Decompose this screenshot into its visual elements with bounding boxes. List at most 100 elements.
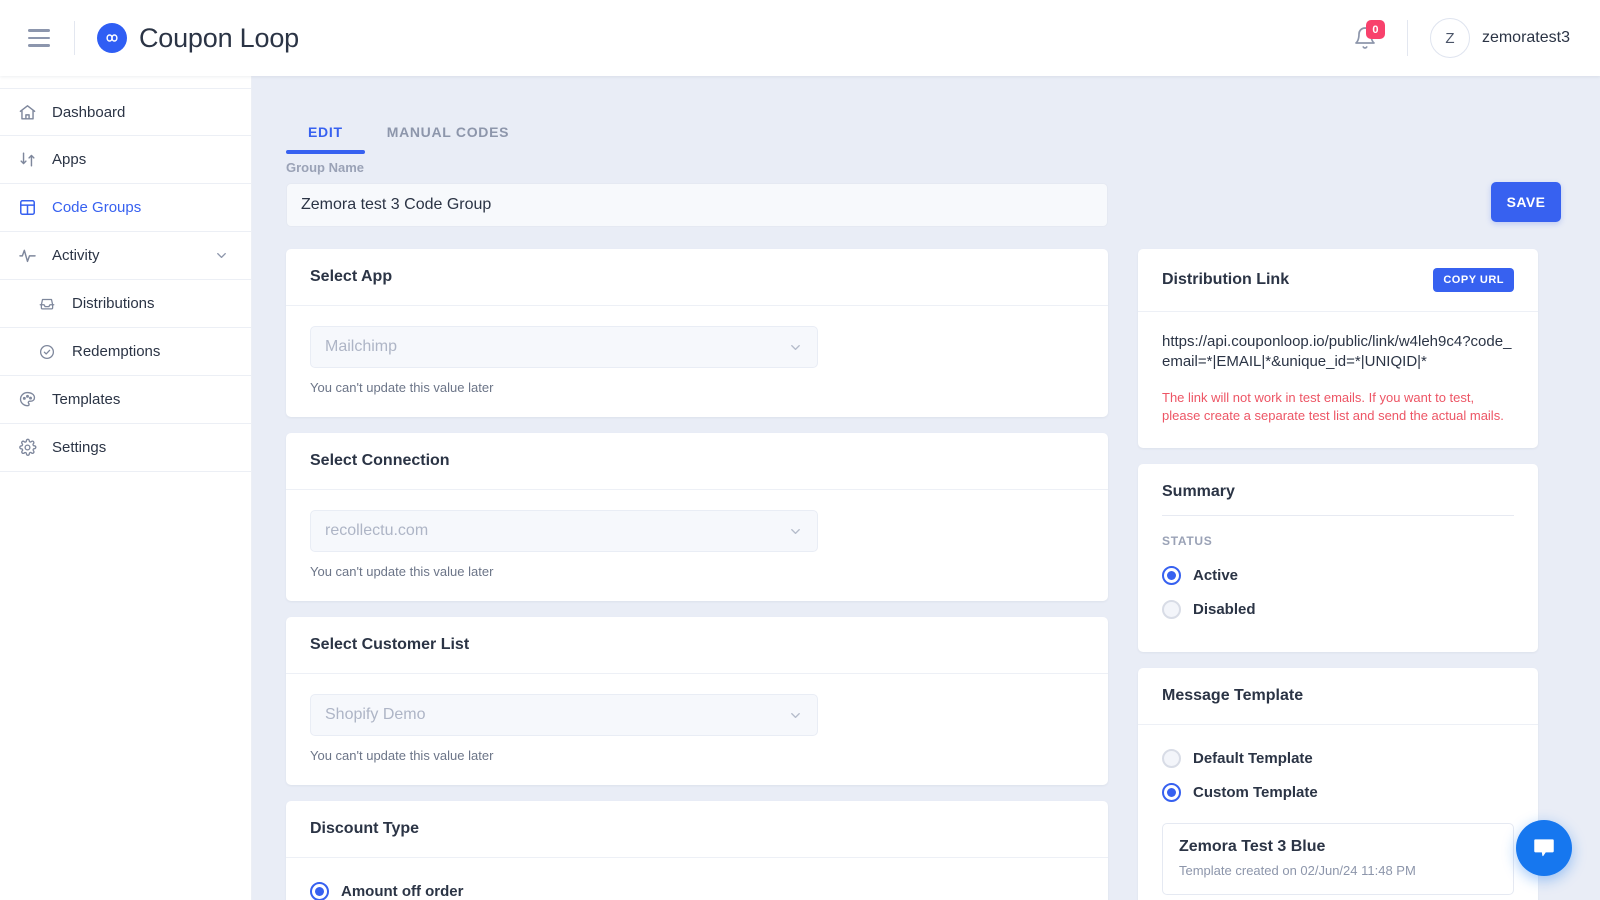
summary-divider bbox=[1162, 515, 1514, 517]
selected-template-card[interactable]: Zemora Test 3 Blue Template created on 0… bbox=[1162, 823, 1514, 896]
select-app-value: Mailchimp bbox=[325, 338, 398, 355]
chevron-down-icon[interactable] bbox=[214, 248, 229, 263]
group-name-label: Group Name bbox=[286, 160, 365, 175]
radio-label: Disabled bbox=[1193, 600, 1256, 618]
hamburger-menu-icon[interactable] bbox=[22, 21, 56, 55]
selected-template-name: Zemora Test 3 Blue bbox=[1179, 838, 1326, 856]
message-template-title: Message Template bbox=[1138, 668, 1538, 726]
select-app-hint: You can't update this value later bbox=[310, 380, 494, 395]
select-app-card: Select App Mailchimp You can't update th… bbox=[286, 249, 1108, 417]
sidebar-item-distributions[interactable]: Distributions bbox=[0, 280, 251, 328]
select-connection-card: Select Connection recollectu.com You can… bbox=[286, 433, 1108, 601]
discount-type-title: Discount Type bbox=[286, 801, 1108, 858]
distribution-link-header: Distribution Link COPY URL bbox=[1138, 249, 1538, 312]
radio-indicator bbox=[1162, 599, 1181, 619]
distribution-link-card: Distribution Link COPY URL https://api.c… bbox=[1138, 249, 1538, 449]
topbar-divider-2 bbox=[1406, 20, 1408, 56]
select-connection-dropdown[interactable]: recollectu.com bbox=[310, 510, 818, 552]
chevron-down-icon bbox=[788, 708, 803, 723]
radio-indicator bbox=[310, 881, 329, 900]
sidebar-item-redemptions[interactable]: Redemptions bbox=[0, 328, 251, 376]
summary-card: Summary STATUS Active Disabled bbox=[1138, 464, 1538, 653]
sidebar-item-label: Redemptions bbox=[72, 343, 161, 360]
radio-label: Default Template bbox=[1193, 749, 1313, 767]
select-connection-hint: You can't update this value later bbox=[310, 564, 494, 579]
group-name-row: Group Name SAVE bbox=[252, 160, 1600, 227]
select-customer-list-dropdown[interactable]: Shopify Demo bbox=[310, 694, 818, 736]
select-connection-value: recollectu.com bbox=[325, 522, 429, 539]
palette-icon bbox=[16, 389, 38, 411]
sidebar-item-label: Settings bbox=[52, 439, 107, 456]
sidebar-item-templates[interactable]: Templates bbox=[0, 376, 251, 424]
radio-label: Amount off order bbox=[341, 882, 464, 900]
layout-grid-icon bbox=[16, 197, 38, 219]
inbox-icon bbox=[36, 293, 58, 315]
radio-indicator bbox=[1162, 565, 1181, 585]
sidebar-item-activity[interactable]: Activity bbox=[0, 232, 251, 280]
summary-title: Summary bbox=[1162, 483, 1235, 501]
sidebar-item-apps[interactable]: Apps bbox=[0, 136, 251, 184]
content-columns: Select App Mailchimp You can't update th… bbox=[252, 227, 1600, 900]
select-customer-list-card: Select Customer List Shopify Demo You ca… bbox=[286, 617, 1108, 785]
status-option-disabled[interactable]: Disabled bbox=[1162, 592, 1514, 626]
tab-manual-codes[interactable]: MANUAL CODES bbox=[365, 124, 531, 154]
group-name-input[interactable] bbox=[286, 183, 1108, 227]
radio-label: Custom Template bbox=[1193, 783, 1318, 801]
username-label: zemoratest3 bbox=[1481, 29, 1570, 46]
infinity-loop-icon bbox=[97, 23, 127, 53]
chevron-down-icon bbox=[788, 340, 803, 355]
status-option-active[interactable]: Active bbox=[1162, 558, 1514, 592]
sidebar-item-label: Dashboard bbox=[52, 103, 126, 121]
distribution-url-text: https://api.couponloop.io/public/link/w4… bbox=[1162, 333, 1512, 371]
gear-icon bbox=[16, 437, 38, 459]
user-menu[interactable]: Z zemoratest3 bbox=[1429, 18, 1570, 58]
sidebar-item-settings[interactable]: Settings bbox=[0, 424, 251, 472]
sidebar-item-label: Templates bbox=[52, 391, 121, 408]
tab-edit[interactable]: EDIT bbox=[286, 124, 365, 154]
select-customer-list-title: Select Customer List bbox=[286, 617, 1108, 674]
copy-url-button[interactable]: COPY URL bbox=[1433, 268, 1514, 292]
discount-type-card: Discount Type Amount off order bbox=[286, 801, 1108, 900]
message-template-card: Message Template Default Template Custom… bbox=[1138, 668, 1538, 900]
select-customer-list-value: Shopify Demo bbox=[325, 706, 426, 723]
distribution-warning-text: The link will not work in test emails. I… bbox=[1162, 389, 1504, 424]
sidebar-item-code-groups[interactable]: Code Groups bbox=[0, 184, 251, 232]
brand-logo-link[interactable]: Coupon Loop bbox=[97, 23, 299, 54]
chat-bubble-icon bbox=[1534, 839, 1554, 857]
notifications-button[interactable]: 0 bbox=[1345, 18, 1385, 58]
summary-status-label: STATUS bbox=[1162, 534, 1213, 549]
radio-indicator bbox=[1162, 782, 1181, 802]
template-option-custom[interactable]: Custom Template bbox=[1162, 775, 1514, 809]
tab-bar: EDIT MANUAL CODES bbox=[252, 76, 1600, 154]
sidebar-item-label: Apps bbox=[52, 151, 87, 168]
topbar-right-group: 0 Z zemoratest3 bbox=[1345, 18, 1570, 58]
radio-indicator bbox=[1162, 748, 1181, 768]
save-button[interactable]: SAVE bbox=[1491, 182, 1561, 222]
avatar: Z bbox=[1429, 18, 1470, 58]
chat-widget-button[interactable] bbox=[1516, 820, 1572, 876]
discount-type-option-amount-off-order[interactable]: Amount off order bbox=[310, 874, 1084, 900]
activity-pulse-icon bbox=[16, 245, 38, 267]
topbar-divider bbox=[74, 21, 75, 55]
select-connection-title: Select Connection bbox=[286, 433, 1108, 490]
left-column: Select App Mailchimp You can't update th… bbox=[286, 249, 1108, 900]
template-option-default[interactable]: Default Template bbox=[1162, 741, 1514, 775]
sidebar-item-label: Code Groups bbox=[52, 199, 142, 216]
notification-count-badge: 0 bbox=[1365, 20, 1385, 39]
apps-swap-icon bbox=[16, 149, 38, 171]
radio-label: Active bbox=[1193, 566, 1239, 584]
main-content: EDIT MANUAL CODES Group Name SAVE Select… bbox=[252, 76, 1600, 900]
home-icon bbox=[16, 101, 38, 123]
top-app-bar: Coupon Loop 0 Z zemoratest3 bbox=[0, 0, 1600, 76]
sidebar-item-dashboard[interactable]: Dashboard bbox=[0, 88, 251, 136]
select-customer-list-hint: You can't update this value later bbox=[310, 748, 494, 763]
sidebar-item-label: Activity bbox=[52, 247, 100, 264]
selected-template-meta: Template created on 02/Jun/24 11:48 PM bbox=[1179, 863, 1416, 879]
chevron-down-icon bbox=[788, 524, 803, 539]
sidebar-nav: Dashboard Apps Code Groups Activity Dist… bbox=[0, 76, 252, 900]
right-column: Distribution Link COPY URL https://api.c… bbox=[1138, 249, 1538, 900]
select-app-dropdown[interactable]: Mailchimp bbox=[310, 326, 818, 368]
check-circle-icon bbox=[36, 341, 58, 363]
select-app-title: Select App bbox=[286, 249, 1108, 306]
distribution-link-title: Distribution Link bbox=[1162, 271, 1290, 288]
